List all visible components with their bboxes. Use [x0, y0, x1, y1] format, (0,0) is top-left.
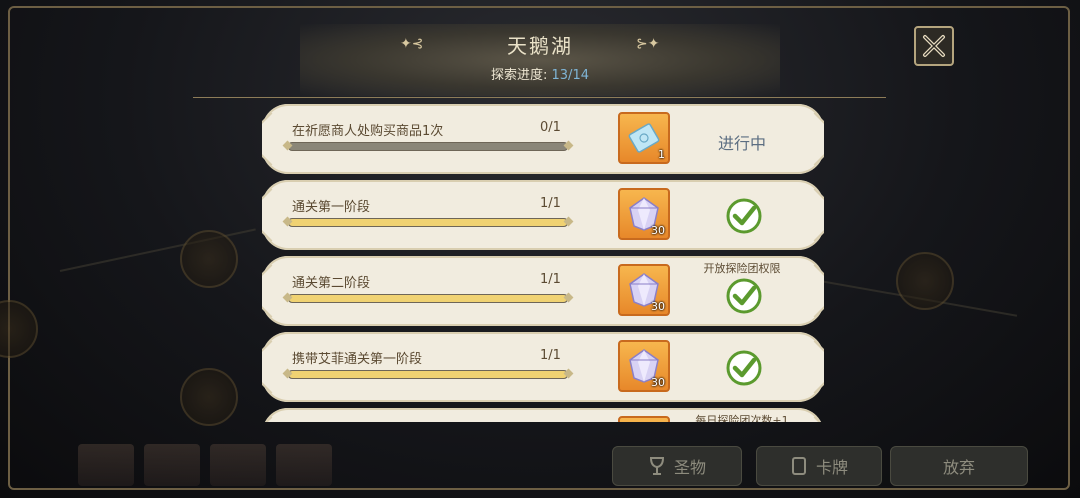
task-row: 通关第二阶段 1/1 30 开放探险团权限	[262, 256, 824, 326]
task-note: 每日探险团次数+1	[695, 414, 789, 422]
reward-quantity: 30	[651, 300, 665, 313]
task-note: 开放探险团权限	[703, 262, 781, 275]
check-icon	[726, 278, 762, 314]
task-progress-bar	[288, 294, 568, 303]
map-node	[180, 368, 238, 426]
task-count: 1/1	[540, 196, 561, 211]
party-avatar[interactable]	[144, 444, 200, 486]
status-in-progress: 进行中	[718, 134, 767, 153]
reward-item[interactable]	[618, 416, 670, 422]
map-node	[896, 252, 954, 310]
task-count: 1/1	[540, 348, 561, 363]
task-progress-fill	[289, 295, 567, 302]
abandon-label: 放弃	[942, 458, 975, 477]
task-progress-fill	[289, 371, 567, 378]
task-count: 0/1	[540, 120, 561, 135]
relic-button[interactable]: 圣物	[612, 446, 742, 486]
cards-button[interactable]: 卡牌	[756, 446, 882, 486]
card-icon	[791, 457, 806, 475]
chalice-icon	[649, 457, 664, 475]
task-progress-fill	[289, 219, 567, 226]
check-icon	[726, 350, 762, 386]
task-progress-bar	[288, 218, 568, 227]
progress-label: 探索进度:	[491, 68, 552, 83]
task-label: 携带艾菲通关第一阶段	[292, 352, 423, 367]
party-avatar[interactable]	[78, 444, 134, 486]
relic-label: 圣物	[673, 458, 706, 477]
party-avatar[interactable]	[276, 444, 332, 486]
cards-label: 卡牌	[815, 458, 848, 477]
reward-item[interactable]: 30	[618, 188, 670, 240]
reward-quantity: 30	[651, 224, 665, 237]
task-label: 通关第一阶段	[292, 200, 371, 215]
close-button[interactable]	[914, 26, 954, 66]
task-label: 在祈愿商人处购买商品1次	[292, 124, 444, 139]
reward-item[interactable]: 30	[618, 264, 670, 316]
party-avatar[interactable]	[210, 444, 266, 486]
title-ornament-right: ⊱✦	[636, 36, 660, 52]
check-icon	[726, 198, 762, 234]
task-list[interactable]: 在祈愿商人处购买商品1次 0/1 1 进行中 通关第一阶段 1/1 30 通关第…	[262, 104, 824, 422]
reward-item[interactable]: 1	[618, 112, 670, 164]
map-node	[180, 230, 238, 288]
task-progress-bar	[288, 142, 568, 151]
progress-value: 13/14	[551, 68, 589, 83]
task-row: 通关第一阶段 1/1 30	[262, 180, 824, 250]
task-row: 每日探险团次数+1	[262, 408, 824, 422]
header-divider	[193, 97, 886, 98]
abandon-button[interactable]: 放弃	[890, 446, 1028, 486]
reward-item[interactable]: 30	[618, 340, 670, 392]
task-row: 在祈愿商人处购买商品1次 0/1 1 进行中	[262, 104, 824, 174]
reward-quantity: 30	[651, 376, 665, 389]
exploration-progress: 探索进度: 13/14	[0, 64, 1080, 83]
task-label: 通关第二阶段	[292, 276, 371, 291]
close-icon	[923, 35, 945, 57]
task-progress-bar	[288, 370, 568, 379]
reward-quantity: 1	[658, 148, 665, 161]
task-row: 携带艾菲通关第一阶段 1/1 30	[262, 332, 824, 402]
task-count: 1/1	[540, 272, 561, 287]
